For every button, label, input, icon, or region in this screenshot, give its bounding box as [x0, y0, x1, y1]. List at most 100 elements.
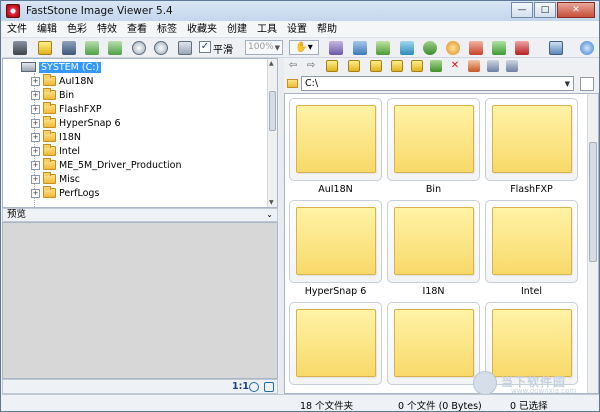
open-folder-icon[interactable]: [37, 40, 53, 56]
tree-item-flashfxp[interactable]: + FlashFXP: [31, 102, 102, 116]
thumbnail-card[interactable]: FlashFXP: [485, 98, 578, 196]
favorite-folder-icon[interactable]: [370, 60, 382, 72]
browser-scroll-thumb[interactable]: [589, 142, 597, 262]
smooth-checkbox[interactable]: ✓: [199, 41, 211, 53]
expand-icon[interactable]: +: [31, 118, 40, 128]
menu-create[interactable]: 创建: [222, 21, 252, 38]
status-selected: 0 已选择: [510, 401, 548, 412]
settings-gear-icon[interactable]: [445, 40, 461, 56]
browser-scrollbar[interactable]: [587, 94, 598, 393]
layout-icon[interactable]: [548, 40, 564, 56]
expand-icon[interactable]: +: [31, 174, 40, 184]
thumbnail-grid-icon[interactable]: [375, 40, 391, 56]
expand-icon[interactable]: +: [31, 146, 40, 156]
thumbnail-frame: [289, 200, 382, 283]
copy-to-folder-icon[interactable]: [391, 60, 403, 72]
tree-scroll-thumb[interactable]: [269, 91, 276, 131]
tree-item-i18n[interactable]: + I18N: [31, 130, 81, 144]
menu-file[interactable]: 文件: [2, 21, 32, 38]
zoom-out-icon[interactable]: [153, 40, 169, 56]
close-button[interactable]: ✕: [557, 2, 595, 18]
expand-icon[interactable]: +: [31, 160, 40, 170]
chevron-down-icon[interactable]: ▼: [565, 78, 570, 91]
thumbnail-card[interactable]: Bin: [387, 98, 480, 196]
tree-scrollbar[interactable]: ▲ ▼: [267, 59, 277, 207]
tree-item-hypersnap[interactable]: + HyperSnap 6: [31, 116, 121, 130]
forward-arrow-icon[interactable]: ⇨: [305, 60, 317, 72]
exit-icon[interactable]: [514, 40, 530, 56]
folder-tree[interactable]: SYSTEM (C:) + AuI18N + Bin + FlashFXP + …: [2, 58, 278, 208]
compare-icon[interactable]: [352, 40, 368, 56]
tree-item-intel[interactable]: + Intel: [31, 144, 80, 158]
zoom-select[interactable]: 100% ▼: [245, 40, 283, 55]
next-image-icon[interactable]: [107, 40, 123, 56]
menu-view[interactable]: 查看: [122, 21, 152, 38]
menu-help[interactable]: 帮助: [312, 21, 342, 38]
user-icon[interactable]: [422, 40, 438, 56]
tree-item-perflogs[interactable]: + PerfLogs: [31, 186, 99, 200]
thumbnail-card[interactable]: Intel: [485, 200, 578, 298]
thumbnail-card[interactable]: AuI18N: [289, 98, 382, 196]
expand-icon[interactable]: +: [31, 90, 40, 100]
slideshow-icon[interactable]: [399, 40, 415, 56]
rotate-left-icon[interactable]: [468, 40, 484, 56]
maximize-button[interactable]: □: [534, 2, 556, 18]
expand-icon[interactable]: +: [31, 76, 40, 86]
fit-icon[interactable]: [177, 40, 193, 56]
target-icon[interactable]: [249, 382, 259, 392]
tree-item-label: I18N: [59, 131, 81, 143]
actual-size-button[interactable]: 1:1: [232, 381, 249, 392]
scroll-down-icon[interactable]: ▼: [269, 199, 274, 206]
menu-tools[interactable]: 工具: [252, 21, 282, 38]
menu-colors[interactable]: 色彩: [62, 21, 92, 38]
help-icon[interactable]: [579, 40, 595, 56]
refresh-icon[interactable]: [430, 60, 442, 72]
trash-icon[interactable]: [580, 77, 594, 91]
new-folder-icon[interactable]: [348, 60, 360, 72]
thumbnail-card[interactable]: I18N: [387, 200, 480, 298]
collapse-icon[interactable]: ⌄: [266, 209, 273, 221]
prev-image-icon[interactable]: [84, 40, 100, 56]
tree-item-misc[interactable]: + Misc: [31, 172, 80, 186]
thumbnail-card[interactable]: HyperSnap 6: [289, 200, 382, 298]
folder-thumbnail-icon: [296, 105, 376, 173]
sort-icon[interactable]: [468, 60, 480, 72]
details-view-icon[interactable]: [506, 60, 518, 72]
tree-item-bin[interactable]: + Bin: [31, 88, 74, 102]
tree-item-auI18n[interactable]: + AuI18N: [31, 74, 94, 88]
scroll-up-icon[interactable]: ▲: [269, 60, 274, 67]
menu-favorites[interactable]: 收藏夹: [182, 21, 222, 38]
expand-icon[interactable]: +: [31, 104, 40, 114]
thumbnail-card[interactable]: [387, 302, 480, 393]
expand-icon[interactable]: +: [31, 188, 40, 198]
menu-edit[interactable]: 编辑: [32, 21, 62, 38]
expand-icon[interactable]: +: [31, 132, 40, 142]
thumbnail-label: I18N: [422, 286, 445, 297]
camera-icon[interactable]: [12, 40, 28, 56]
menu-effects[interactable]: 特效: [92, 21, 122, 38]
thumbnail-card[interactable]: [289, 302, 382, 393]
tree-root[interactable]: SYSTEM (C:): [21, 60, 102, 74]
tree-item-me-driver[interactable]: + ME_5M_Driver_Production: [31, 158, 181, 172]
menu-tags[interactable]: 标签: [152, 21, 182, 38]
delete-icon[interactable]: ✕: [449, 60, 461, 72]
tree-item-label: ME_5M_Driver_Production: [59, 159, 182, 171]
filmstrip-icon[interactable]: [328, 40, 344, 56]
back-arrow-icon[interactable]: ⇦: [287, 60, 299, 72]
hand-tool-select[interactable]: ✋▾: [289, 40, 319, 55]
minimize-button[interactable]: —: [511, 2, 533, 18]
menu-settings[interactable]: 设置: [282, 21, 312, 38]
zoom-in-icon[interactable]: [131, 40, 147, 56]
thumbnail-label: Bin: [425, 184, 442, 195]
title-bar[interactable]: FastStone Image Viewer 5.4 — □ ✕: [1, 1, 599, 21]
thumbnail-label: HyperSnap 6: [304, 286, 367, 297]
parent-folder-icon[interactable]: [326, 60, 338, 72]
save-icon[interactable]: [61, 40, 77, 56]
fit-window-icon[interactable]: [264, 382, 274, 392]
thumbnail-browser[interactable]: AuI18N Bin FlashFXP HyperSnap 6 I18N Int…: [284, 93, 599, 394]
tree-root-label: SYSTEM (C:): [39, 61, 102, 73]
rotate-right-icon[interactable]: [491, 40, 507, 56]
move-to-folder-icon[interactable]: [411, 60, 423, 72]
view-mode-icon[interactable]: [487, 60, 499, 72]
path-input[interactable]: C:\ ▼: [301, 76, 574, 91]
